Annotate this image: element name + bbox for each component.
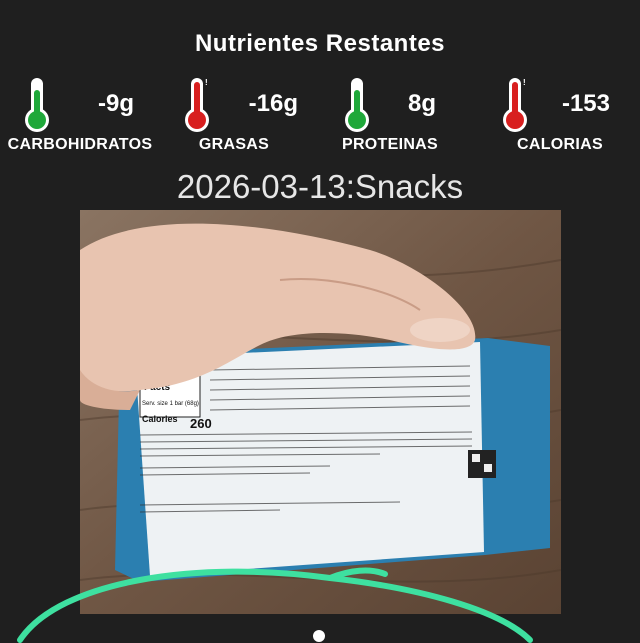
nutrient-label: CALORIAS: [517, 136, 603, 153]
scribble-annotation: [17, 567, 533, 643]
nutrient-carbohidratos[interactable]: -9g CARBOHIDRATOS: [0, 74, 160, 164]
nutrient-value: -153: [561, 90, 610, 117]
svg-text:!: !: [205, 78, 208, 87]
nutrient-proteinas[interactable]: 8g PROTEINAS: [320, 74, 480, 164]
page-title: Nutrientes Restantes: [194, 30, 446, 57]
nutrient-value: -9g: [98, 90, 134, 117]
thermometer-red-icon: !: [185, 78, 209, 132]
page-indicator-dot[interactable]: [313, 630, 325, 642]
serving-size-text: Serv. size 1 bar (68g): [142, 401, 199, 407]
thermometer-green-icon: [25, 78, 49, 132]
nutrient-label: PROTEINAS: [341, 136, 439, 153]
nutrient-calorias[interactable]: ! -153 CALORIAS: [480, 74, 640, 164]
entry-date-meal: 2026-03-13:Snacks: [176, 168, 464, 205]
calories-value: 260: [190, 416, 212, 431]
nutrient-grasas[interactable]: ! -16g GRASAS: [160, 74, 320, 164]
nutrient-label: CARBOHIDRATOS: [7, 136, 153, 153]
thermometer-red-icon: !: [503, 78, 527, 132]
nutrient-value: 8g: [407, 90, 436, 117]
nutrient-label: GRASAS: [198, 136, 270, 153]
svg-text:!: !: [523, 78, 526, 87]
svg-text:Calories: Calories: [142, 414, 178, 424]
nutrient-value: -16g: [248, 90, 298, 117]
nutrients-remaining-row: -9g CARBOHIDRATOS ! -16g GRASAS 8g PROTE…: [0, 74, 640, 164]
